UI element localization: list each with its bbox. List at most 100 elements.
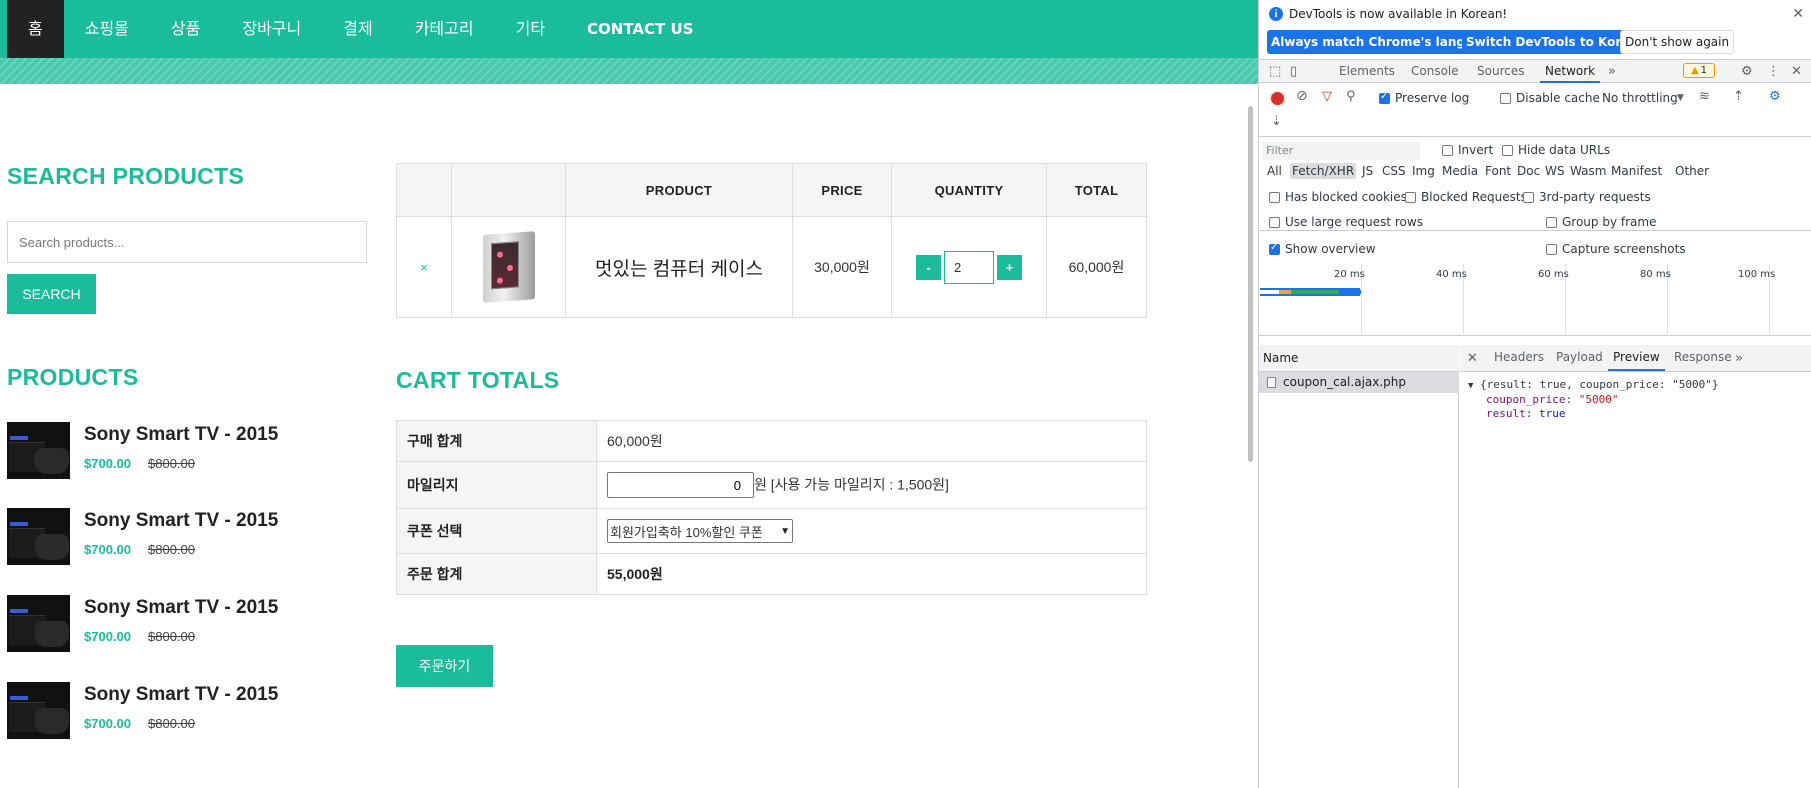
product-item[interactable]: Sony Smart TV - 2015 $700.00 $800.00: [7, 422, 307, 480]
tab-headers[interactable]: Headers: [1494, 345, 1544, 371]
nav-cart[interactable]: 장바구니: [221, 0, 322, 58]
file-icon: [1267, 377, 1276, 388]
invert-checkbox[interactable]: [1442, 145, 1453, 156]
capture-screenshots-checkbox[interactable]: [1546, 244, 1557, 255]
nav-home[interactable]: 홈: [7, 0, 64, 58]
product-name[interactable]: Sony Smart TV - 2015: [84, 510, 278, 532]
products-heading: PRODUCTS: [7, 364, 139, 390]
request-row[interactable]: coupon_cal.ajax.php: [1259, 372, 1459, 393]
type-img[interactable]: Img: [1410, 163, 1437, 179]
tab-network[interactable]: Network: [1540, 60, 1601, 83]
type-other[interactable]: Other: [1673, 163, 1711, 179]
search-button[interactable]: SEARCH: [7, 274, 96, 314]
tab-preview[interactable]: Preview: [1608, 345, 1665, 371]
product-item[interactable]: Sony Smart TV - 2015 $700.00 $800.00: [7, 595, 307, 653]
type-manifest[interactable]: Manifest: [1609, 163, 1664, 179]
download-icon[interactable]: ⇣: [1271, 115, 1282, 128]
upload-icon[interactable]: ⇡: [1733, 90, 1744, 103]
inspect-element-icon[interactable]: ⬚: [1269, 65, 1281, 78]
nav-products[interactable]: 상품: [150, 0, 221, 58]
warning-badge[interactable]: ▲ 1: [1683, 63, 1715, 78]
more-tabs-icon[interactable]: »: [1735, 352, 1743, 365]
tab-console[interactable]: Console: [1411, 60, 1459, 83]
coupon-select[interactable]: 회원가입축하 10%할인 쿠폰 ▼: [607, 519, 793, 543]
type-ws[interactable]: WS: [1543, 163, 1566, 179]
product-cell: 멋있는 컴퓨터 케이스: [565, 216, 793, 318]
product-price: $700.00: [84, 456, 131, 471]
type-media[interactable]: Media: [1440, 163, 1480, 179]
product-name[interactable]: Sony Smart TV - 2015: [84, 597, 278, 619]
type-css[interactable]: CSS: [1380, 163, 1408, 179]
quantity-input[interactable]: [944, 250, 994, 284]
name-column-header[interactable]: Name: [1259, 345, 1459, 372]
nav-category[interactable]: 카테고리: [394, 0, 495, 58]
cart-totals-table: 구매 합계 60,000원 마일리지 원 [사용 가능 마일리지 : 1,500…: [396, 420, 1147, 595]
remove-item-icon[interactable]: ×: [420, 260, 428, 275]
tab-response[interactable]: Response: [1674, 345, 1732, 371]
group-by-frame-checkbox[interactable]: [1546, 217, 1557, 228]
tab-sources[interactable]: Sources: [1477, 60, 1524, 83]
disable-cache-checkbox[interactable]: [1500, 93, 1511, 104]
preserve-log-checkbox[interactable]: [1379, 91, 1390, 104]
hide-data-urls-checkbox[interactable]: [1502, 145, 1513, 156]
dont-show-again-button[interactable]: Don't show again: [1620, 30, 1735, 54]
col-product-header: PRODUCT: [565, 163, 793, 217]
network-settings-icon[interactable]: ⚙: [1769, 90, 1781, 103]
large-rows-checkbox[interactable]: [1269, 217, 1280, 228]
place-order-button[interactable]: 주문하기: [396, 645, 493, 687]
device-toolbar-icon[interactable]: ▯: [1290, 65, 1297, 78]
product-name[interactable]: Sony Smart TV - 2015: [84, 684, 278, 706]
clear-icon[interactable]: ⊘: [1296, 89, 1308, 103]
record-icon[interactable]: [1271, 92, 1284, 105]
close-icon[interactable]: ✕: [1792, 6, 1804, 22]
search-products-heading: SEARCH PRODUCTS: [7, 163, 245, 189]
increase-quantity-button[interactable]: +: [997, 254, 1022, 280]
cart-product-name[interactable]: 멋있는 컴퓨터 케이스: [595, 259, 763, 280]
search-input[interactable]: [7, 221, 367, 263]
close-detail-icon[interactable]: ✕: [1467, 352, 1478, 365]
nav-shop[interactable]: 쇼핑몰: [64, 0, 150, 58]
nav-contact[interactable]: CONTACT US: [566, 0, 714, 58]
coupon-row: 쿠폰 선택 회원가입축하 10%할인 쿠폰 ▼: [396, 508, 1147, 554]
json-root[interactable]: ▼ {result: true, coupon_price: "5000"}: [1468, 378, 1718, 391]
expand-triangle-icon[interactable]: ▼: [1468, 381, 1473, 391]
blocked-requests-checkbox[interactable]: [1405, 192, 1416, 203]
mileage-input[interactable]: [607, 472, 754, 498]
more-tabs-icon[interactable]: »: [1608, 65, 1616, 78]
close-devtools-icon[interactable]: ✕: [1791, 65, 1802, 78]
product-thumbnail[interactable]: [7, 682, 70, 739]
tab-payload[interactable]: Payload: [1556, 345, 1603, 371]
warning-count: 1: [1700, 65, 1708, 76]
type-doc[interactable]: Doc: [1515, 163, 1542, 179]
blocked-cookies-checkbox[interactable]: [1269, 192, 1280, 203]
show-overview-checkbox[interactable]: [1269, 242, 1280, 255]
page-scrollbar[interactable]: [1248, 106, 1253, 462]
product-thumbnail[interactable]: [7, 508, 70, 565]
nav-checkout[interactable]: 결제: [322, 0, 393, 58]
type-font[interactable]: Font: [1483, 163, 1513, 179]
filter-icon[interactable]: ▽: [1322, 90, 1332, 103]
product-item[interactable]: Sony Smart TV - 2015 $700.00 $800.00: [7, 508, 307, 566]
network-overview[interactable]: 20 ms 40 ms 60 ms 80 ms 100 ms: [1259, 264, 1811, 336]
type-fetch-xhr[interactable]: Fetch/XHR: [1290, 163, 1357, 179]
mileage-label: 마일리지: [396, 461, 597, 509]
third-party-checkbox[interactable]: [1523, 192, 1534, 203]
type-all[interactable]: All: [1265, 163, 1284, 179]
type-js[interactable]: JS: [1360, 163, 1375, 179]
gear-icon[interactable]: ⚙: [1741, 65, 1753, 78]
throttling-select[interactable]: No throttling: [1602, 91, 1678, 105]
search-icon[interactable]: ⚲: [1346, 90, 1356, 103]
filter-input[interactable]: Filter: [1262, 142, 1420, 160]
product-name[interactable]: Sony Smart TV - 2015: [84, 424, 278, 446]
nav-etc[interactable]: 기타: [495, 0, 566, 58]
product-thumbnail[interactable]: [7, 595, 70, 652]
computer-case-image[interactable]: [482, 231, 535, 303]
decrease-quantity-button[interactable]: -: [916, 254, 941, 280]
product-item[interactable]: Sony Smart TV - 2015 $700.00 $800.00: [7, 682, 307, 740]
tab-elements[interactable]: Elements: [1339, 60, 1395, 83]
network-conditions-icon[interactable]: ≋: [1699, 90, 1710, 103]
product-thumbnail[interactable]: [7, 422, 70, 479]
type-wasm[interactable]: Wasm: [1568, 163, 1608, 179]
kebab-menu-icon[interactable]: ⋮: [1767, 65, 1780, 78]
chevron-down-icon[interactable]: ▼: [1677, 92, 1684, 105]
